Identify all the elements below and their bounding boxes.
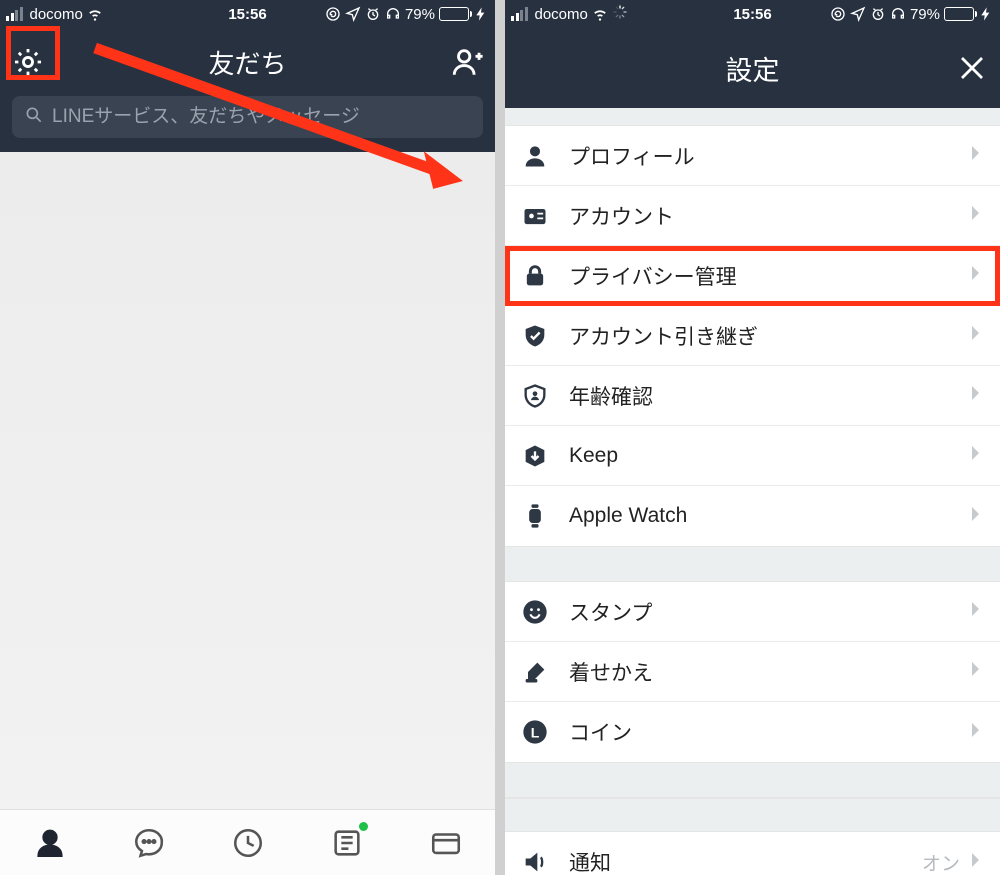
section-gap: [505, 108, 1000, 126]
tab-chats[interactable]: [99, 810, 198, 875]
settings-row-shieldperson[interactable]: 年齢確認: [505, 366, 1000, 426]
search-input[interactable]: [52, 106, 471, 128]
section-gap: [505, 546, 1000, 582]
coin-icon: L: [521, 718, 569, 746]
settings-list[interactable]: プロフィールアカウントプライバシー管理アカウント引き継ぎ年齢確認 Keep Appl…: [505, 108, 1000, 875]
tab-bar: [0, 809, 495, 875]
chevron-right-icon: [970, 204, 982, 227]
settings-row-download[interactable]: Keep: [505, 426, 1000, 486]
settings-row-idcard[interactable]: アカウント: [505, 186, 1000, 246]
tab-friends[interactable]: [0, 810, 99, 875]
settings-row-smile[interactable]: スタンプ: [505, 582, 1000, 642]
settings-row-label: アカウント引き継ぎ: [569, 321, 970, 351]
chevron-right-icon: [970, 144, 982, 167]
section-gap: [505, 762, 1000, 798]
section-gap: [505, 798, 1000, 832]
settings-row-lock[interactable]: プライバシー管理: [505, 246, 1000, 306]
status-bar: docomo 15:56 79%: [0, 0, 495, 28]
chevron-right-icon: [970, 324, 982, 347]
settings-row-label: アカウント: [569, 201, 970, 231]
settings-row-label: 通知: [569, 847, 922, 875]
settings-navbar: 設定: [505, 28, 1000, 108]
chevron-right-icon: [970, 264, 982, 287]
status-bar: docomo 15:56 79%: [505, 0, 1000, 28]
chevron-right-icon: [970, 721, 982, 744]
speaker-icon: [521, 848, 569, 875]
settings-title: 設定: [561, 49, 944, 88]
chevron-right-icon: [970, 851, 982, 874]
settings-row-label: プライバシー管理: [569, 261, 970, 291]
shieldcheck-icon: [521, 322, 569, 350]
friends-navbar: 友だち: [0, 28, 495, 96]
news-badge-dot: [359, 822, 368, 831]
clock: 15:56: [0, 6, 495, 23]
chevron-right-icon: [970, 660, 982, 683]
settings-row-brush[interactable]: 着せかえ: [505, 642, 1000, 702]
settings-row-label: スタンプ: [569, 597, 970, 627]
close-button[interactable]: [944, 40, 1000, 96]
friends-list-placeholder: [0, 152, 495, 809]
friends-title: 友だち: [56, 44, 439, 81]
person-icon: [521, 142, 569, 170]
download-icon: [521, 442, 569, 470]
svg-text:L: L: [531, 724, 540, 740]
settings-row-label: Keep: [569, 444, 970, 468]
add-friend-button[interactable]: [439, 34, 495, 90]
clock: 15:56: [505, 6, 1000, 23]
phone-friends: docomo 15:56 79% 友だち: [0, 0, 495, 875]
settings-row-person[interactable]: プロフィール: [505, 126, 1000, 186]
settings-row-label: プロフィール: [569, 141, 970, 171]
idcard-icon: [521, 202, 569, 230]
tab-news[interactable]: [297, 810, 396, 875]
settings-gear-button[interactable]: [0, 34, 56, 90]
settings-row-watch[interactable]: Apple Watch: [505, 486, 1000, 546]
settings-row-label: 着せかえ: [569, 657, 970, 687]
battery-icon: [944, 7, 974, 21]
chevron-right-icon: [970, 384, 982, 407]
settings-row-value: オン: [922, 849, 960, 875]
phone-settings: docomo 15:56 79% 設定 プロ: [505, 0, 1000, 875]
tab-timeline[interactable]: [198, 810, 297, 875]
settings-row-label: 年齢確認: [569, 381, 970, 411]
settings-row-label: Apple Watch: [569, 504, 970, 528]
brush-icon: [521, 658, 569, 686]
chevron-right-icon: [970, 444, 982, 467]
shieldperson-icon: [521, 382, 569, 410]
settings-row-coin[interactable]: L コイン: [505, 702, 1000, 762]
tab-wallet[interactable]: [396, 810, 495, 875]
search-wrap: [0, 96, 495, 152]
search-icon: [24, 105, 44, 130]
smile-icon: [521, 598, 569, 626]
navbar-spacer: [505, 40, 561, 96]
battery-icon: [439, 7, 469, 21]
settings-row-shieldcheck[interactable]: アカウント引き継ぎ: [505, 306, 1000, 366]
chevron-right-icon: [970, 600, 982, 623]
watch-icon: [521, 502, 569, 530]
search-bar[interactable]: [12, 96, 483, 138]
settings-row-label: コイン: [569, 717, 970, 747]
lock-icon: [521, 262, 569, 290]
chevron-right-icon: [970, 505, 982, 528]
settings-row-speaker[interactable]: 通知オン: [505, 832, 1000, 875]
